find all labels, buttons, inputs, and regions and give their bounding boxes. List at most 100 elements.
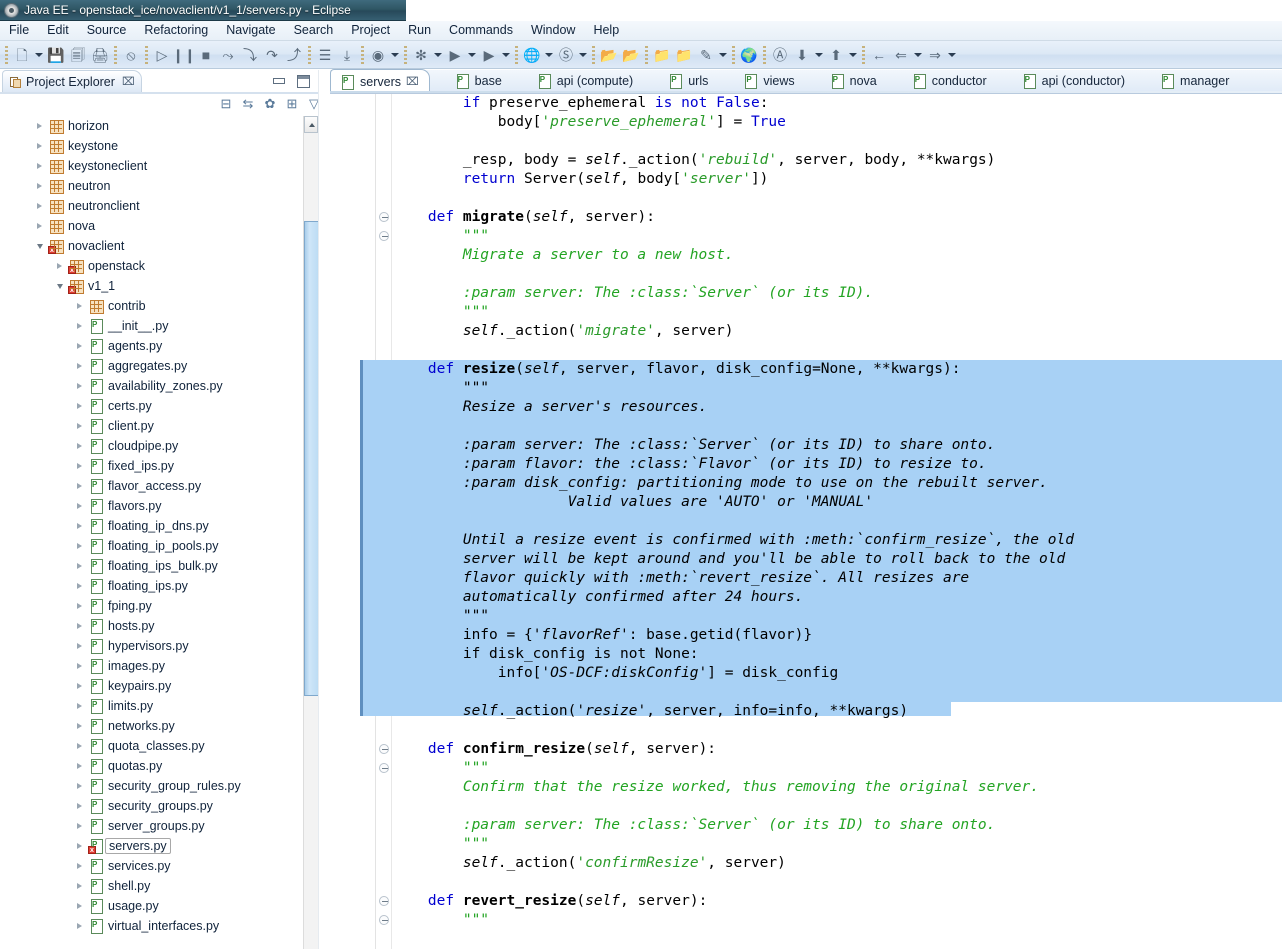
chevron-down-icon[interactable]	[389, 44, 401, 66]
chevron-right-icon[interactable]	[74, 401, 85, 412]
save-all-icon[interactable]: 🗐	[67, 44, 89, 66]
menu-item-edit[interactable]: Edit	[38, 22, 78, 39]
chevron-down-icon[interactable]	[847, 44, 859, 66]
chevron-down-icon[interactable]	[432, 44, 444, 66]
toolbar-grip[interactable]	[145, 45, 148, 64]
fold-collapse-icon[interactable]	[379, 915, 389, 925]
fold-collapse-icon[interactable]	[379, 896, 389, 906]
source-code[interactable]: if preserve_ephemeral is not False: body…	[360, 94, 1282, 949]
chevron-right-icon[interactable]	[74, 321, 85, 332]
tree-item-keystoneclient[interactable]: keystoneclient	[0, 156, 312, 176]
chevron-right-icon[interactable]	[74, 581, 85, 592]
chevron-right-icon[interactable]	[74, 441, 85, 452]
chevron-right-icon[interactable]	[74, 661, 85, 672]
editor-tab-base[interactable]: base	[446, 69, 512, 93]
chevron-right-icon[interactable]	[34, 121, 45, 132]
chevron-right-icon[interactable]	[74, 681, 85, 692]
editor-tab-urls[interactable]: urls	[659, 69, 718, 93]
editor-tab-nova[interactable]: nova	[821, 69, 887, 93]
fold-collapse-icon[interactable]	[379, 763, 389, 773]
chevron-right-icon[interactable]	[74, 721, 85, 732]
close-icon[interactable]: ⌧	[122, 75, 135, 88]
chevron-right-icon[interactable]	[74, 801, 85, 812]
save-icon[interactable]: 💾	[45, 44, 67, 66]
toolbar-grip[interactable]	[592, 45, 595, 64]
editor-tab-manager[interactable]: manager	[1151, 69, 1239, 93]
print-icon[interactable]: 🖨	[89, 44, 111, 66]
tree-item-availability-zones-py[interactable]: availability_zones.py	[0, 376, 312, 396]
chevron-down-icon[interactable]	[466, 44, 478, 66]
chevron-right-icon[interactable]	[34, 161, 45, 172]
tree-item-neutronclient[interactable]: neutronclient	[0, 196, 312, 216]
chevron-down-icon[interactable]	[500, 44, 512, 66]
tree-item-networks-py[interactable]: networks.py	[0, 716, 312, 736]
menu-item-project[interactable]: Project	[342, 22, 399, 39]
tree-item-aggregates-py[interactable]: aggregates.py	[0, 356, 312, 376]
menu-item-file[interactable]: File	[0, 22, 38, 39]
resume-icon[interactable]: ▷	[151, 44, 173, 66]
tree-item-client-py[interactable]: client.py	[0, 416, 312, 436]
toolbar-grip[interactable]	[361, 45, 364, 64]
tree-item-certs-py[interactable]: certs.py	[0, 396, 312, 416]
tree-item-flavor-access-py[interactable]: flavor_access.py	[0, 476, 312, 496]
tree-item-limits-py[interactable]: limits.py	[0, 696, 312, 716]
editor-tab-api-conductor-[interactable]: api (conductor)	[1013, 69, 1135, 93]
chevron-right-icon[interactable]	[34, 221, 45, 232]
new-python-project-icon[interactable]: 📁	[651, 44, 673, 66]
close-icon[interactable]: ⌧	[406, 75, 419, 88]
chevron-right-icon[interactable]	[74, 701, 85, 712]
run-external-tools-icon[interactable]: ▶	[478, 44, 500, 66]
tree-item-shell-py[interactable]: shell.py	[0, 876, 312, 896]
chevron-right-icon[interactable]	[74, 301, 85, 312]
tree-item-security-group-rules-py[interactable]: security_group_rules.py	[0, 776, 312, 796]
chevron-right-icon[interactable]	[74, 921, 85, 932]
menu-item-window[interactable]: Window	[522, 22, 584, 39]
chevron-right-icon[interactable]	[34, 141, 45, 152]
tree-item-servers-py[interactable]: x servers.py	[0, 836, 312, 856]
editor-tab-views[interactable]: views	[734, 69, 804, 93]
tree-item-novaclient[interactable]: x novaclient	[0, 236, 312, 256]
debug-icon[interactable]: ✻	[410, 44, 432, 66]
menu-item-refactoring[interactable]: Refactoring	[135, 22, 217, 39]
chevron-down-icon[interactable]	[717, 44, 729, 66]
step-over-icon[interactable]: ↷	[261, 44, 283, 66]
chevron-down-icon[interactable]	[34, 241, 45, 252]
tree-item-floating-ips-py[interactable]: floating_ips.py	[0, 576, 312, 596]
chevron-right-icon[interactable]	[74, 761, 85, 772]
tree-item-floating-ip-dns-py[interactable]: floating_ip_dns.py	[0, 516, 312, 536]
step-into-icon[interactable]: ⤵	[239, 44, 261, 66]
disconnect-icon[interactable]: ⤳	[217, 44, 239, 66]
chevron-down-icon[interactable]	[54, 281, 65, 292]
toolbar-grip[interactable]	[763, 45, 766, 64]
tree-item-virtual-interfaces-py[interactable]: virtual_interfaces.py	[0, 916, 312, 936]
chevron-down-icon[interactable]	[33, 44, 45, 66]
toolbar-grip[interactable]	[732, 45, 735, 64]
tree-item-horizon[interactable]: horizon	[0, 116, 312, 136]
chevron-down-icon[interactable]	[813, 44, 825, 66]
project-explorer-scrollbar[interactable]	[303, 116, 319, 949]
tree-item-hosts-py[interactable]: hosts.py	[0, 616, 312, 636]
chevron-right-icon[interactable]	[74, 861, 85, 872]
fold-collapse-icon[interactable]	[379, 212, 389, 222]
editor-tab-conductor[interactable]: conductor	[903, 69, 997, 93]
sash-divider[interactable]	[318, 70, 330, 949]
chevron-right-icon[interactable]	[74, 901, 85, 912]
toolbar-grip[interactable]	[645, 45, 648, 64]
new-server-icon[interactable]: Ⓢ	[555, 44, 577, 66]
tree-item-fping-py[interactable]: fping.py	[0, 596, 312, 616]
chevron-right-icon[interactable]	[74, 481, 85, 492]
editor-tab-servers[interactable]: servers ⌧	[330, 69, 430, 93]
tree-item-fixed-ips-py[interactable]: fixed_ips.py	[0, 456, 312, 476]
suspend-icon[interactable]: ❙❙	[172, 44, 195, 66]
chevron-right-icon[interactable]	[74, 461, 85, 472]
tree-item-floating-ip-pools-py[interactable]: floating_ip_pools.py	[0, 536, 312, 556]
tree-item-flavors-py[interactable]: flavors.py	[0, 496, 312, 516]
terminate-icon[interactable]: ■	[195, 44, 217, 66]
search-type-icon[interactable]: Ⓐ	[769, 44, 791, 66]
chevron-down-icon[interactable]	[543, 44, 555, 66]
maximize-view-button[interactable]	[296, 74, 310, 88]
open-folder-icon[interactable]: 📁	[673, 44, 695, 66]
tree-item-nova[interactable]: nova	[0, 216, 312, 236]
chevron-right-icon[interactable]	[74, 341, 85, 352]
menu-item-search[interactable]: Search	[285, 22, 343, 39]
